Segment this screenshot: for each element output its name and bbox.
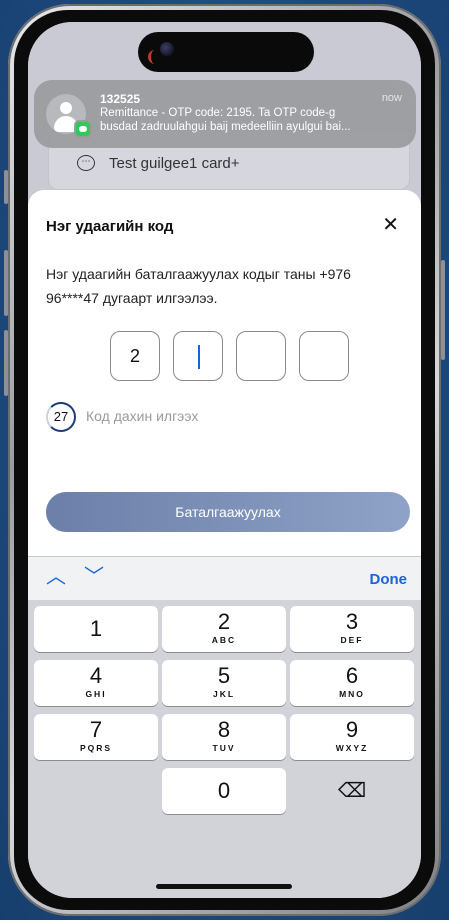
volume-down-button	[4, 330, 8, 396]
volume-up-button	[4, 250, 8, 316]
otp-digit-2[interactable]	[173, 331, 223, 381]
camera-icon	[160, 42, 174, 56]
previous-field-icon[interactable]: ︿	[46, 567, 66, 587]
key-6[interactable]: 6 MNO	[290, 660, 414, 706]
recording-indicator-icon	[148, 50, 156, 64]
notification-message-line-2: busdad zadruulahgui baij medeelliin ayul…	[100, 121, 351, 133]
key-1[interactable]: 1	[34, 606, 158, 652]
notification-sender: 132525	[100, 92, 141, 106]
action-button	[4, 170, 8, 204]
numeric-keyboard: ︿ ﹀ Done 1 2 ABC 3 DEF 4 GHI 5 JKL 6 MNO…	[28, 556, 421, 898]
done-button[interactable]: Done	[370, 571, 408, 588]
next-field-icon[interactable]: ﹀	[84, 567, 104, 587]
chat-bubble-icon: ⋯	[77, 155, 95, 171]
key-5[interactable]: 5 JKL	[162, 660, 286, 706]
messages-app-icon	[74, 120, 92, 138]
text-caret	[198, 345, 200, 369]
home-indicator[interactable]	[156, 884, 292, 889]
otp-digit-3[interactable]	[236, 331, 286, 381]
resend-countdown-timer: 27	[46, 402, 76, 432]
resend-code-link[interactable]: Код дахин илгээх	[86, 408, 198, 424]
key-8[interactable]: 8 TUV	[162, 714, 286, 760]
confirm-button[interactable]: Баталгаажуулах	[46, 492, 410, 532]
keyboard-toolbar: ︿ ﹀ Done	[28, 556, 421, 600]
key-4[interactable]: 4 GHI	[34, 660, 158, 706]
backspace-icon[interactable]: ⌫	[290, 768, 414, 814]
otp-code-inputs: 2	[110, 331, 349, 381]
background-card-label: Test guilgee1 card+	[109, 155, 240, 172]
otp-bottom-sheet: Нэг удаагийн код ✕ Нэг удаагийн баталгаа…	[28, 190, 421, 590]
power-button	[441, 260, 445, 360]
otp-description: Нэг удаагийн баталгаажуулах кодыг таны +…	[46, 266, 351, 306]
notification-time: now	[381, 92, 402, 104]
key-0[interactable]: 0	[162, 768, 286, 814]
key-3[interactable]: 3 DEF	[290, 606, 414, 652]
phone-screen: ⋯ Test guilgee1 card+ 132525 now Remitta…	[28, 22, 421, 898]
dynamic-island	[138, 32, 314, 72]
otp-digit-1[interactable]: 2	[110, 331, 160, 381]
notification-message-line-1: Remittance - OTP code: 2195. Ta OTP code…	[100, 107, 336, 119]
sheet-title: Нэг удаагийн код	[46, 218, 174, 235]
close-icon[interactable]: ✕	[382, 214, 399, 236]
key-7[interactable]: 7 PQRS	[34, 714, 158, 760]
key-9[interactable]: 9 WXYZ	[290, 714, 414, 760]
otp-notification-banner[interactable]: 132525 now Remittance - OTP code: 2195. …	[34, 80, 416, 148]
key-2[interactable]: 2 ABC	[162, 606, 286, 652]
otp-digit-4[interactable]	[299, 331, 349, 381]
